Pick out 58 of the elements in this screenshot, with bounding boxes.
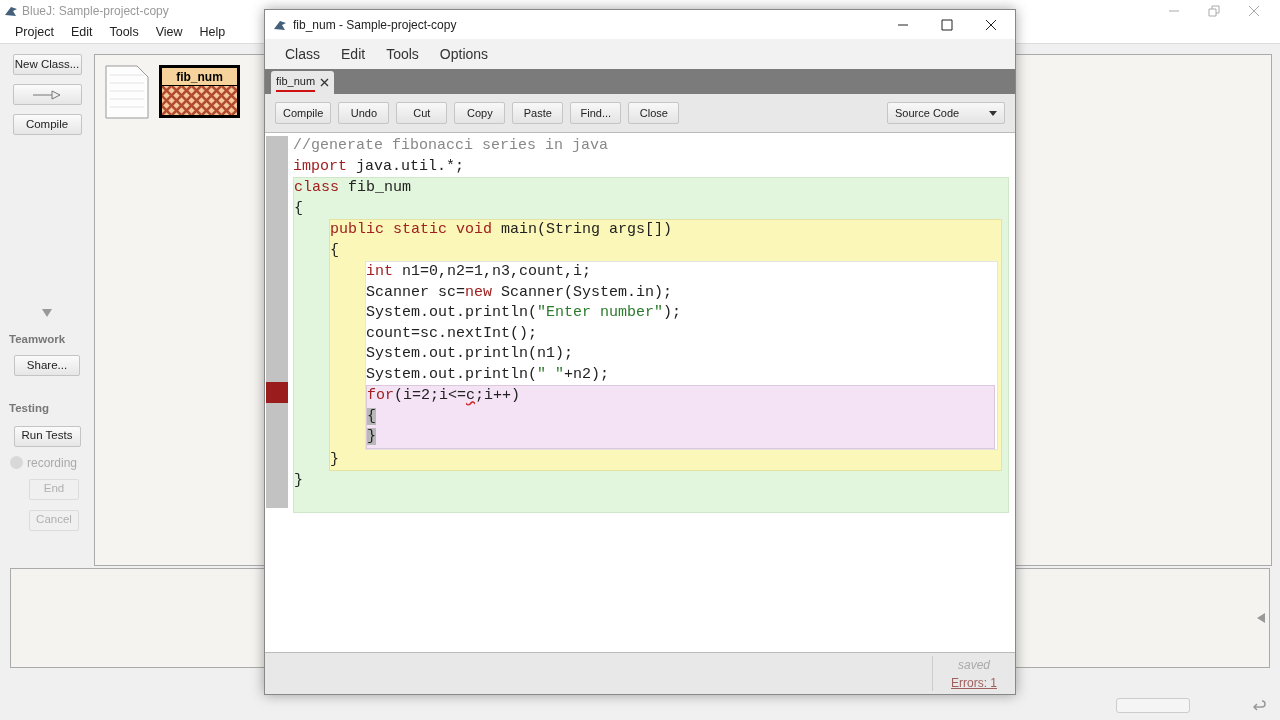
errors-link[interactable]: Errors: 1 (951, 673, 997, 692)
window-title: BlueJ: Sample-project-copy (22, 3, 169, 20)
sidebar-button[interactable]: Run Tests (13, 425, 81, 447)
toolbar-button[interactable]: Compile (275, 102, 332, 124)
sidebar-button[interactable]: Compile (12, 114, 82, 135)
code-line: import java.util.*; (293, 156, 466, 177)
expand-arrow-icon[interactable] (1257, 613, 1265, 623)
toolbar-button[interactable]: Find... (570, 102, 622, 124)
menu-item[interactable]: Tools (109, 23, 139, 42)
collapse-triangle-icon[interactable] (42, 309, 52, 317)
toolbar-button[interactable]: Close (628, 102, 680, 124)
menu-item[interactable]: Edit (341, 43, 366, 65)
window-title: fib_num - Sample-project-copy (293, 16, 457, 34)
readme-file-icon[interactable] (105, 65, 149, 119)
wrap-arrow-icon[interactable] (1252, 699, 1266, 712)
editor-tab[interactable]: fib_num (271, 71, 335, 94)
toolbar-button[interactable]: Cut (396, 102, 448, 124)
menu-item[interactable]: Tools (386, 43, 419, 65)
saved-status: saved (958, 656, 990, 674)
close-icon[interactable] (320, 78, 330, 87)
code-line: int n1=0,n2=1,n3,count,i; (366, 262, 593, 282)
code-line: System.out.println("Enter number"); (366, 303, 683, 323)
toolbar-button[interactable]: Paste (512, 102, 564, 124)
menu-item[interactable]: Options (439, 43, 489, 65)
class-node[interactable]: fib_num (159, 65, 240, 118)
code-line: class fib_num (294, 178, 413, 198)
code-line: Scanner sc=new Scanner(System.in); (366, 282, 674, 303)
menu-item[interactable]: Help (199, 23, 226, 42)
toolbar-button[interactable]: Undo (338, 102, 390, 124)
arrow-icon (32, 89, 62, 100)
caret-icon (989, 110, 997, 116)
code-line: for(i=2;i<=c;i++) (367, 386, 522, 406)
close-icon[interactable] (985, 18, 997, 31)
code-line: { (294, 198, 304, 219)
menu-item[interactable]: Project (15, 23, 54, 42)
maximize-icon[interactable] (941, 18, 953, 31)
code-line: public static void main(String args[]) (330, 220, 674, 240)
bird-icon (273, 18, 287, 31)
restore-icon[interactable] (1208, 5, 1220, 17)
code-line: System.out.println(n1); (366, 344, 575, 364)
code-line: } (330, 449, 340, 470)
bird-icon (4, 5, 18, 17)
code-line: } (294, 471, 304, 491)
toolbar-button[interactable]: Copy (454, 102, 506, 124)
code-line: { (330, 240, 340, 261)
sidebar-button[interactable]: New Class... (12, 54, 82, 75)
menu-item[interactable]: View (155, 23, 183, 42)
code-line: count=sc.nextInt(); (366, 323, 539, 344)
code-line: //generate fibonacci series in java (293, 136, 610, 156)
recording-label: recording (27, 454, 78, 472)
view-dropdown[interactable]: Source Code (887, 102, 1005, 124)
section-label: Teamwork (9, 332, 66, 347)
section-label: Testing (9, 401, 50, 417)
menu-item[interactable]: Class (285, 43, 320, 65)
menu-item[interactable]: Edit (70, 23, 93, 42)
code-line: System.out.println(" "+n2); (366, 364, 611, 385)
sidebar-button[interactable]: Share... (14, 355, 80, 377)
arrow-tool-button[interactable] (12, 84, 82, 105)
